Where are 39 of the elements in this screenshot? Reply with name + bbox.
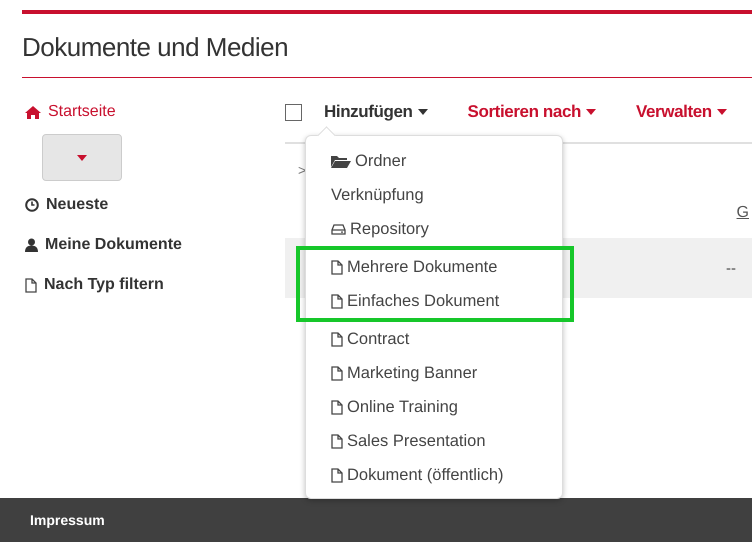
menu-item[interactable]: Dokument (öffentlich) [306, 458, 562, 492]
sidebar-item[interactable]: Meine Dokumente [25, 233, 285, 257]
footer-link[interactable]: Impressum [30, 512, 105, 528]
select-all-checkbox[interactable] [285, 104, 302, 120]
folder-icon [331, 154, 351, 168]
sidebar-item[interactable]: Nach Typ filtern [25, 273, 285, 297]
caret-icon [77, 154, 87, 160]
document-icon [331, 366, 343, 380]
document-icon [25, 278, 37, 292]
menu-item[interactable]: Sales Presentation [306, 424, 562, 458]
document-icon [331, 260, 343, 274]
column-header-link[interactable]: G [736, 204, 749, 234]
document-icon [331, 468, 343, 482]
caret-icon [418, 109, 428, 115]
menu-item[interactable]: Verknüpfung [306, 178, 562, 212]
menu-button[interactable]: Sortieren nach [468, 102, 596, 122]
document-icon [331, 434, 343, 448]
menu-button[interactable]: Verwalten [636, 102, 727, 122]
clock-icon [25, 198, 39, 212]
menu-item[interactable]: Marketing Banner [306, 356, 562, 390]
home-icon [25, 106, 41, 118]
sidebar-item[interactable]: Startseite [25, 100, 285, 124]
menu-item[interactable]: Mehrere Dokumente [306, 250, 562, 284]
menu-item[interactable]: Repository [306, 212, 562, 246]
menu-button[interactable]: Hinzufügen [324, 102, 428, 122]
document-icon [331, 294, 343, 308]
sidebar-item[interactable]: Neueste [25, 193, 285, 217]
caret-icon [716, 109, 727, 115]
page-title: Dokumente und Medien [22, 32, 752, 78]
document-icon [331, 400, 343, 414]
caret-icon [586, 109, 596, 115]
user-icon [25, 238, 38, 252]
menu-item[interactable]: Contract [306, 322, 562, 356]
menu-item[interactable]: Online Training [306, 390, 562, 424]
table-cell: -- [726, 260, 736, 276]
menu-item[interactable]: Ordner [306, 144, 562, 178]
drive-icon [331, 224, 346, 234]
menu-item[interactable]: Einfaches Dokument [306, 284, 562, 318]
document-icon [331, 332, 343, 346]
